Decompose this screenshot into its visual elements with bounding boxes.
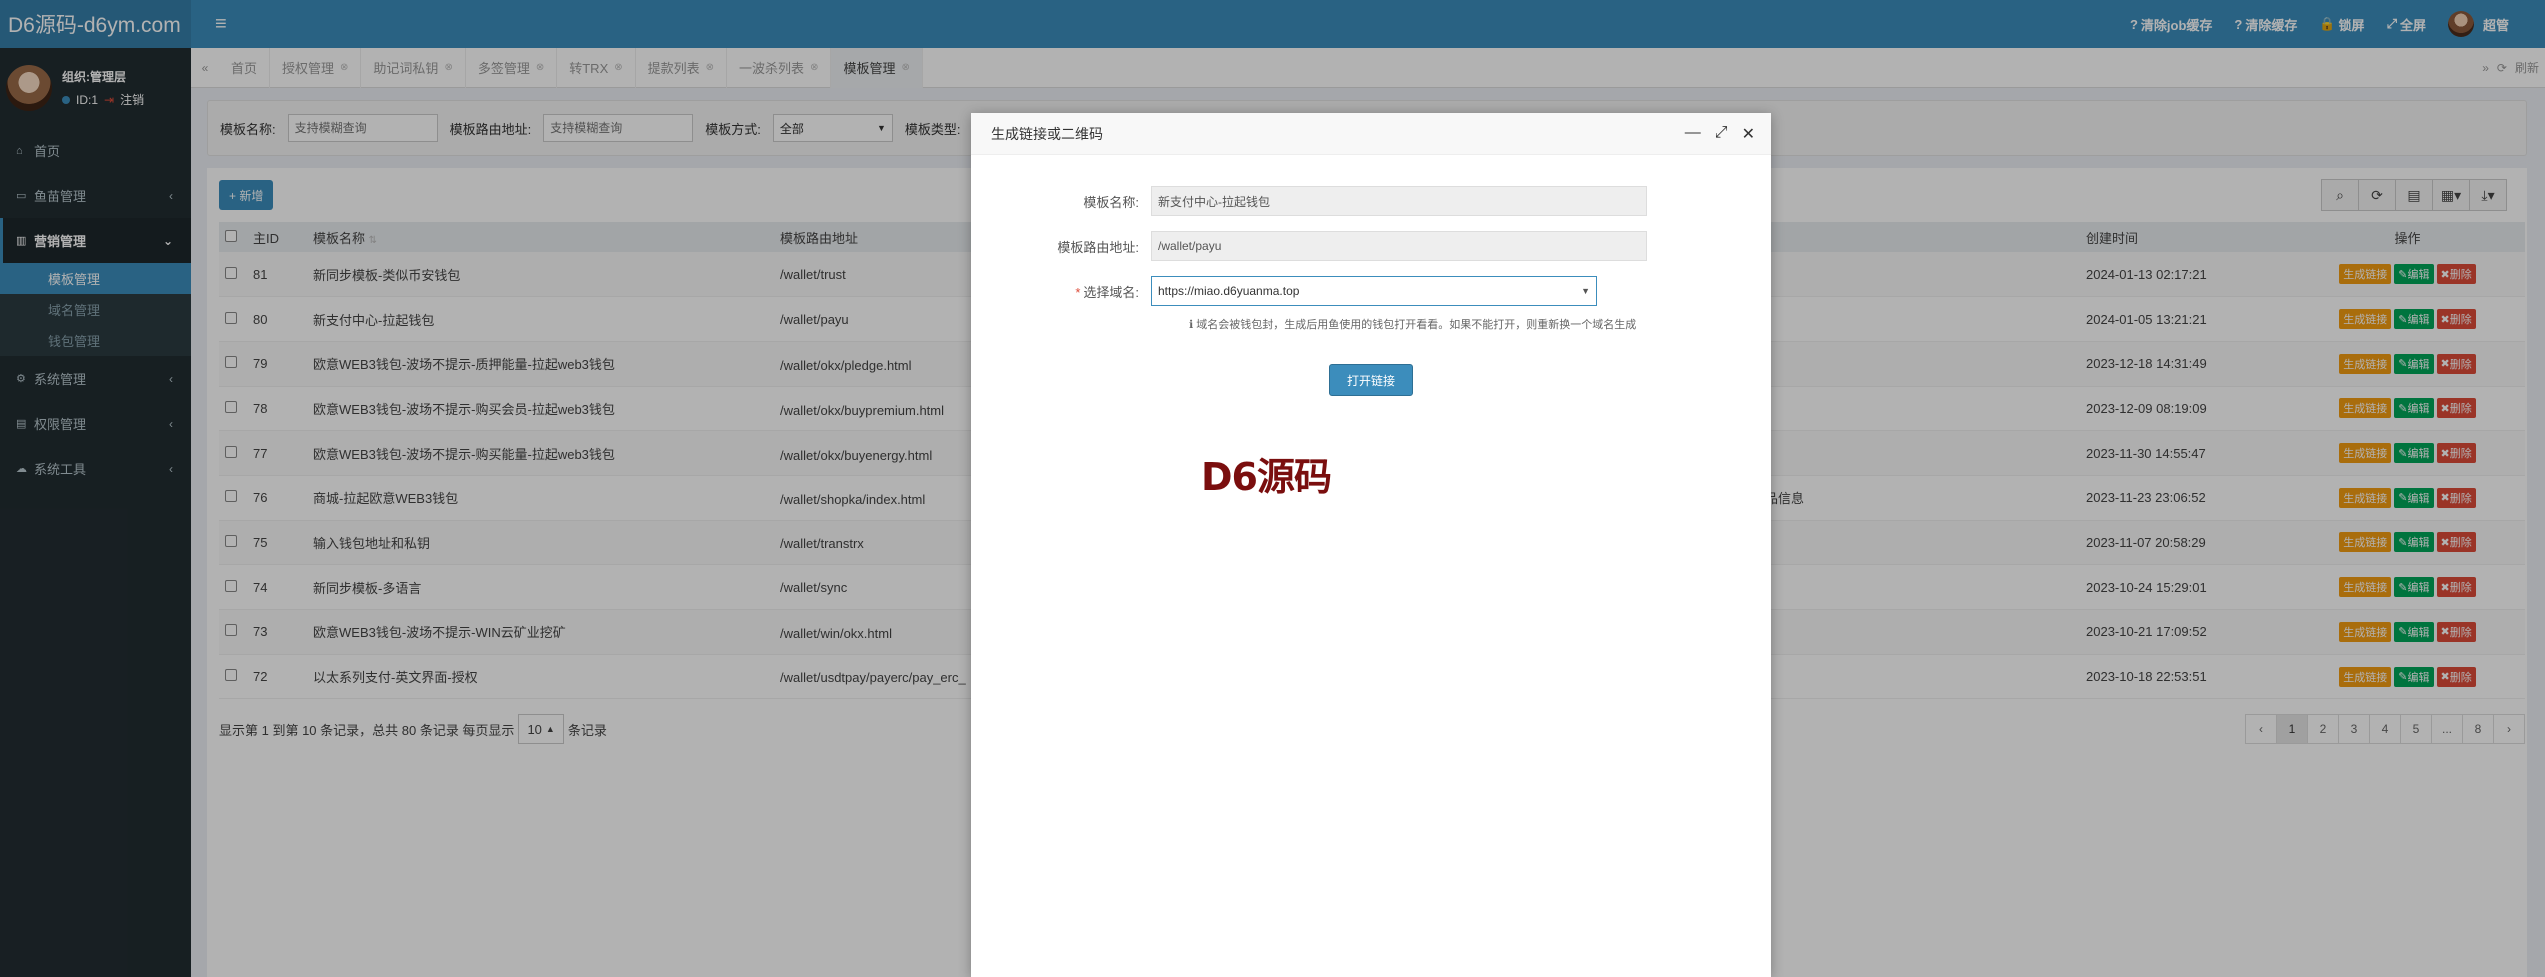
- template-route-field: /wallet/payu: [1151, 231, 1647, 261]
- domain-help-text: ℹ 域名会被钱包封，生成后用鱼使用的钱包打开看看。如果不能打开，则重新换一个域名…: [1189, 319, 1637, 331]
- modal-title: 生成链接或二维码: [991, 125, 1103, 142]
- modal-route-label: 模板路由地址:: [1057, 239, 1139, 255]
- d6-watermark-logo: D6源码: [1201, 455, 1332, 499]
- generate-link-modal: 生成链接或二维码 — ⤢ ✕ 模板名称: 新支付中心-拉起钱包 模板路由地址: …: [971, 113, 1771, 977]
- domain-select[interactable]: https://miao.d6yuanma.top ▼: [1151, 276, 1597, 306]
- info-icon: ℹ: [1189, 319, 1194, 331]
- chevron-down-icon: ▼: [1581, 286, 1590, 296]
- required-marker: *: [1075, 284, 1081, 300]
- modal-domain-label: * 选择域名:: [1075, 284, 1139, 300]
- open-link-button[interactable]: 打开链接: [1329, 364, 1413, 396]
- modal-name-label: 模板名称:: [1083, 194, 1139, 210]
- maximize-icon[interactable]: ⤢: [1715, 124, 1728, 144]
- minimize-icon[interactable]: —: [1685, 124, 1701, 144]
- close-icon[interactable]: ✕: [1742, 124, 1755, 144]
- template-name-field: 新支付中心-拉起钱包: [1151, 186, 1647, 216]
